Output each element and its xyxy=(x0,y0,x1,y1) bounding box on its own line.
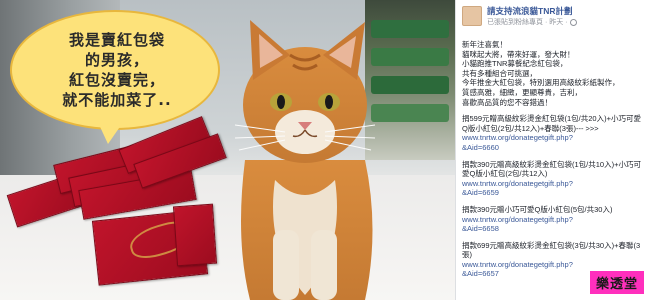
post-photo[interactable]: 我是賣紅包袋 的男孩， 紅包沒賣完， 就不能加菜了.. xyxy=(0,0,455,300)
cat-illustration xyxy=(234,20,376,300)
donation-link[interactable]: www.tnrtw.org/donategetgift.php? xyxy=(462,179,646,189)
speech-bubble-tail xyxy=(96,118,126,144)
bubble-line: 就不能加菜了.. xyxy=(62,91,172,109)
donation-link[interactable]: www.tnrtw.org/donategetgift.php? xyxy=(462,260,646,270)
post-author[interactable]: 請支持流浪貓TNR計劃 xyxy=(487,5,572,17)
post-line: 共有多種組合可挑選， xyxy=(462,68,537,78)
donation-link-aid[interactable]: &Aid=6659 xyxy=(462,188,646,198)
donation-item-text: 捐599元贈高級紋彩燙金紅包袋(1包/共20入)+小巧可愛Q版小紅包(2包/共1… xyxy=(462,114,641,133)
facebook-post: 請支持流浪貓TNR計劃 已張貼到粉絲專頁 · 昨天 · 新年注喜氣！ 貓咪起大將… xyxy=(455,0,650,300)
globe-icon xyxy=(569,18,577,26)
post-line: 貓咪起大將，帶來好運，發大財！ xyxy=(462,49,575,59)
donation-item-text: 捐款390元贈高級紋彩燙金紅包袋(1包/共10入)+小巧可愛Q版小紅包(2包/共… xyxy=(462,159,641,179)
bubble-line: 的男孩， xyxy=(84,51,149,69)
bubble-line: 我是賣紅包袋 xyxy=(68,31,165,49)
post-meta: 已張貼到粉絲專頁 · 昨天 · xyxy=(487,17,577,27)
donation-link[interactable]: www.tnrtw.org/donategetgift.php? xyxy=(462,133,646,143)
post-header: 請支持流浪貓TNR計劃 已張貼到粉絲專頁 · 昨天 · xyxy=(456,0,650,36)
post-body: 新年注喜氣！ 貓咪起大將，帶來好運，發大財！ 小貓跑推TNR募餐紀念紅包袋， 共… xyxy=(462,40,646,279)
avatar[interactable] xyxy=(462,6,482,26)
watermark: 樂透堂 xyxy=(589,271,644,294)
donation-link-aid[interactable]: &Aid=6660 xyxy=(462,143,646,153)
post-line: 喜歡高品質的您不容錯過！ xyxy=(462,97,552,107)
post-line: 小貓跑推TNR募餐紀念紅包袋， xyxy=(462,59,568,69)
post-line: 新年注喜氣！ xyxy=(462,40,507,49)
donation-item-text: 捐款699元贈高級紋彩燙金紅包袋(3包/共30入)+春聯(3張) xyxy=(462,240,641,260)
donation-link[interactable]: www.tnrtw.org/donategetgift.php? xyxy=(462,215,646,225)
post-meta-text: 已張貼到粉絲專頁 · 昨天 · xyxy=(487,19,568,26)
donation-item-text: 捐款390元贈小巧可愛Q版小紅包(5包/共30入) xyxy=(462,204,613,214)
post-line: 質感高雅，細緻，更顯尊貴，吉利， xyxy=(462,87,582,97)
speech-bubble-text: 我是賣紅包袋 的男孩， 紅包沒賣完， 就不能加菜了.. xyxy=(22,30,212,110)
bubble-line: 紅包沒賣完， xyxy=(68,71,165,89)
post-line: 今年推金大紅包袋，特別選用高級紋彩紙製作， xyxy=(462,78,620,88)
donation-link-aid[interactable]: &Aid=6658 xyxy=(462,224,646,234)
